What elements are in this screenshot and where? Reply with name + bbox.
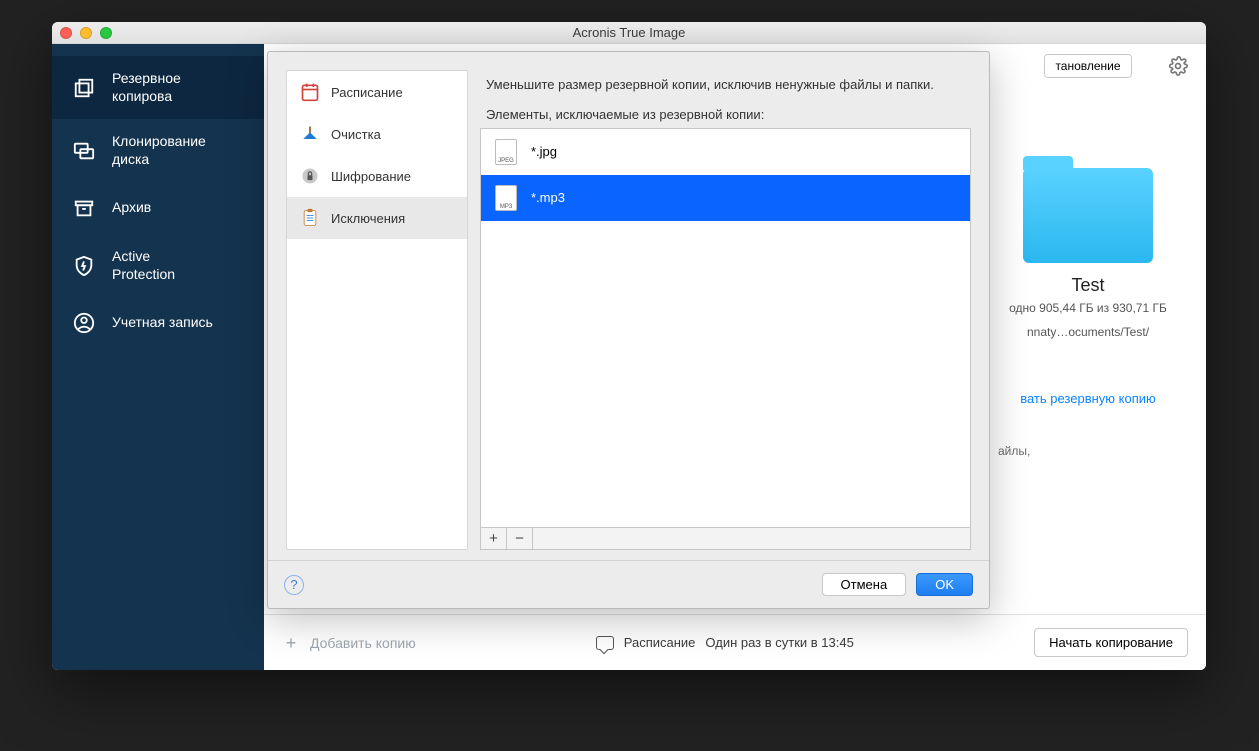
tab-cleanup[interactable]: Очистка [287,113,467,155]
titlebar: Acronis True Image [52,22,1206,44]
file-type-icon: JPEG [495,139,517,165]
destination-path: nnaty…ocuments/Test/ [1027,325,1149,339]
create-backup-link[interactable]: вать резервную копию [1020,391,1156,406]
sidebar-item-clone[interactable]: Клонирование диска [52,119,264,182]
schedule-line[interactable]: Расписание Один раз в сутки в 13:45 [596,635,854,650]
broom-icon [299,123,321,145]
sidebar-item-protection[interactable]: Active Protection [52,234,264,297]
modal-body: Расписание Очистка Шифрование Исключения [268,52,989,560]
sidebar-item-label: Клонирование диска [112,133,244,168]
exclusion-pattern: *.mp3 [531,190,565,205]
cancel-button[interactable]: Отмена [822,573,907,596]
sidebar-item-label: Резервное копирова [112,70,244,105]
modal-footer: ? Отмена OK [268,560,989,608]
exclusion-pattern: *.jpg [531,144,557,159]
add-exclusion-button[interactable]: + [481,528,507,549]
list-label: Элементы, исключаемые из резервной копии… [480,105,971,128]
settings-tabs: Расписание Очистка Шифрование Исключения [286,70,468,550]
files-text: айлы, [988,444,1188,458]
sidebar: Резервное копирова Клонирование диска Ар… [52,44,264,670]
exclusions-panel: Уменьшите размер резервной копии, исключ… [480,70,971,550]
sidebar-item-label: Учетная запись [112,314,213,332]
ok-button[interactable]: OK [916,573,973,596]
tab-label: Исключения [331,211,405,226]
plus-icon: + [282,634,300,652]
tab-exclusions[interactable]: Исключения [287,197,467,239]
exclusion-row[interactable]: MP3 *.mp3 [481,175,970,221]
start-backup-button[interactable]: Начать копирование [1034,628,1188,657]
chat-icon [596,636,614,650]
exclusion-row[interactable]: JPEG *.jpg [481,129,970,175]
lock-icon [299,165,321,187]
gear-icon[interactable] [1168,56,1188,79]
file-type-icon: MP3 [495,185,517,211]
sidebar-item-label: Active Protection [112,248,175,283]
disks-icon [72,139,96,163]
calendar-icon [299,81,321,103]
clipboard-icon [299,207,321,229]
panel-description: Уменьшите размер резервной копии, исключ… [480,70,971,105]
help-button[interactable]: ? [284,575,304,595]
add-remove-bar: + − [481,527,970,549]
tab-label: Очистка [331,127,381,142]
add-backup-label: Добавить копию [310,635,416,651]
shield-icon [72,254,96,278]
schedule-value: Один раз в сутки в 13:45 [705,635,853,650]
segment-restore[interactable]: тановление [1045,55,1130,77]
exclusions-rows: JPEG *.jpg MP3 *.mp3 [481,129,970,527]
segment-control: тановление [1044,54,1131,78]
folder-icon[interactable] [1023,168,1153,263]
settings-modal: Расписание Очистка Шифрование Исключения [267,51,990,609]
remove-exclusion-button[interactable]: − [507,528,533,549]
archive-icon [72,196,96,220]
user-icon [72,311,96,335]
schedule-label: Расписание [624,635,696,650]
sidebar-item-archive[interactable]: Архив [52,182,264,234]
tab-label: Расписание [331,85,403,100]
exclusions-listbox: JPEG *.jpg MP3 *.mp3 + − [480,128,971,550]
window-title: Acronis True Image [52,25,1206,40]
destination-name: Test [1071,275,1104,296]
destination-free: одно 905,44 ГБ из 930,71 ГБ [1009,300,1167,317]
sidebar-item-label: Архив [112,199,151,217]
footer: + Добавить копию Расписание Один раз в с… [264,614,1206,670]
destination-panel: тановление Test одно 905,44 ГБ из 930,71… [988,44,1188,458]
add-backup-button[interactable]: + Добавить копию [282,634,416,652]
stack-icon [72,76,96,100]
tab-label: Шифрование [331,169,411,184]
tab-schedule[interactable]: Расписание [287,71,467,113]
sidebar-item-backup[interactable]: Резервное копирова [52,56,264,119]
sidebar-item-account[interactable]: Учетная запись [52,297,264,349]
tab-encryption[interactable]: Шифрование [287,155,467,197]
